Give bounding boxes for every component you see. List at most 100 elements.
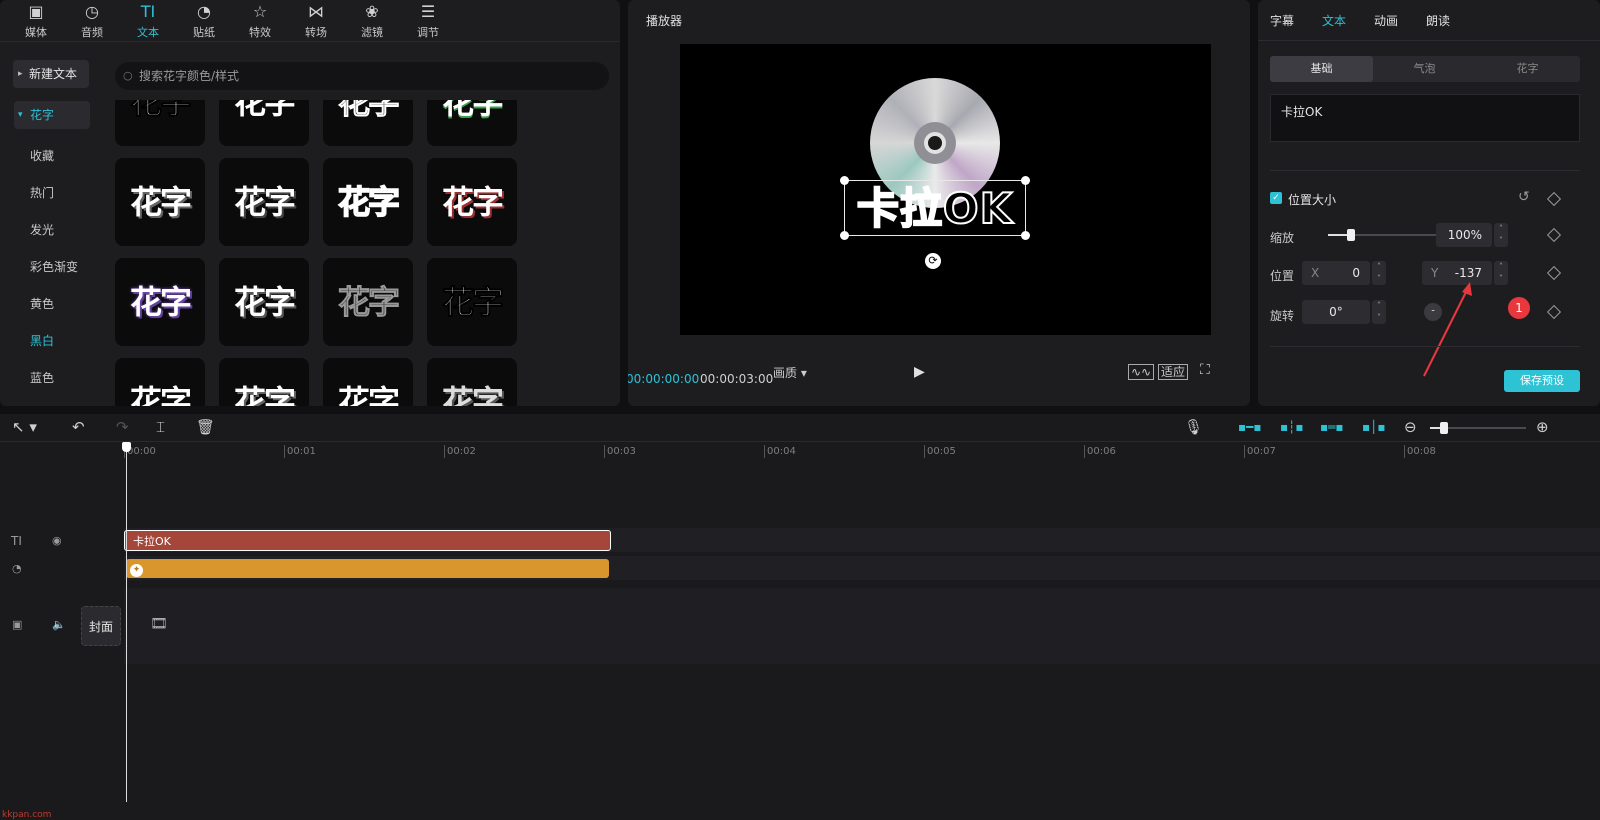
waveform-icon[interactable]: ∿∿ xyxy=(1128,364,1155,380)
tab-transition[interactable]: ⋈ 转场 xyxy=(288,0,344,42)
segment-basic[interactable]: 基础 xyxy=(1270,56,1373,82)
fancy-text-tile[interactable]: 花字 xyxy=(427,158,517,246)
reset-icon[interactable]: ↺ xyxy=(1518,189,1530,205)
tab-effects[interactable]: ☆ 特效 xyxy=(232,0,288,42)
tab-media[interactable]: ▣ 媒体 xyxy=(8,0,64,42)
position-x-field[interactable]: X0 xyxy=(1302,261,1370,285)
quality-dropdown[interactable]: 画质 ▾ xyxy=(773,364,807,381)
fancy-text-tile[interactable]: 花字 xyxy=(115,100,205,146)
keyframe-icon[interactable] xyxy=(1546,304,1562,320)
ruler-tick: 00:01 xyxy=(284,445,316,458)
scale-field[interactable]: 100% xyxy=(1436,223,1492,247)
undo-icon[interactable]: ↶ xyxy=(72,418,85,436)
tab-filter[interactable]: ❀ 滤镜 xyxy=(344,0,400,42)
rotate-label: 旋转 xyxy=(1270,309,1295,323)
film-icon: 🎞 xyxy=(150,616,168,632)
fit-button[interactable]: 适应 xyxy=(1158,364,1189,380)
zoom-slider[interactable] xyxy=(1430,422,1526,434)
nav-item-favorites[interactable]: 收藏 xyxy=(14,142,90,170)
fancy-text-tile[interactable]: 花字 xyxy=(219,100,309,146)
tab-text-props[interactable]: 文本 xyxy=(1322,12,1346,29)
tab-read-aloud[interactable]: 朗读 xyxy=(1426,12,1450,29)
nav-item-blue[interactable]: 蓝色 xyxy=(14,364,90,392)
fancy-text-tile[interactable]: 花字 xyxy=(219,358,309,406)
text-content-field[interactable]: 卡拉OK xyxy=(1270,94,1580,142)
category-fancy-text[interactable]: 花字 xyxy=(14,101,90,129)
zoom-out-icon[interactable]: ⊖ xyxy=(1404,418,1417,436)
ruler-tick: 00:07 xyxy=(1244,445,1276,458)
fancy-text-tile[interactable]: 花字 xyxy=(219,258,309,346)
preview-axis-icon[interactable]: ▪│▪ xyxy=(1362,420,1386,434)
play-icon[interactable]: ▶ xyxy=(914,364,925,380)
nav-item-glow[interactable]: 发光 xyxy=(14,216,90,244)
time-ruler[interactable]: 00:00 00:01 00:02 00:03 00:04 00:05 00:0… xyxy=(124,442,1600,462)
main-video-track: 🎞 xyxy=(124,588,1600,664)
linkage-icon[interactable]: ▪═▪ xyxy=(1320,420,1344,434)
segment-bubble[interactable]: 气泡 xyxy=(1373,56,1476,82)
properties-panel: 字幕 文本 动画 朗读 基础 气泡 花字 卡拉OK ✓ 位置大小 ↺ 缩放 10… xyxy=(1258,0,1600,406)
fancy-text-tile[interactable]: 花字 xyxy=(323,100,413,146)
tab-audio[interactable]: ◷ 音频 xyxy=(64,0,120,42)
snap-icon[interactable]: ▪┆▪ xyxy=(1280,420,1304,434)
tab-subtitle[interactable]: 字幕 xyxy=(1270,12,1294,29)
keyframe-icon[interactable] xyxy=(1546,191,1562,207)
keyframe-icon[interactable] xyxy=(1546,227,1562,243)
delete-icon[interactable]: 🗑 xyxy=(196,418,215,436)
step-badge: 1 xyxy=(1508,297,1530,319)
link-main-track-icon[interactable]: ▪━▪ xyxy=(1238,420,1262,434)
fancy-text-tile[interactable]: 花字 xyxy=(115,358,205,406)
new-text-button[interactable]: 新建文本 xyxy=(13,60,89,88)
fancy-text-tile[interactable]: 花字 xyxy=(427,358,517,406)
eye-icon[interactable]: ◉ xyxy=(52,534,62,547)
text-selection-box[interactable]: 卡拉OK xyxy=(840,176,1030,240)
speaker-icon[interactable]: 🔈 xyxy=(52,618,66,631)
nav-item-gradient[interactable]: 彩色渐变 xyxy=(14,253,90,281)
rotate-handle-icon[interactable]: ⟳ xyxy=(925,253,941,269)
select-tool-icon[interactable]: ↖ ▾ xyxy=(12,418,37,436)
zoom-slider-knob[interactable] xyxy=(1440,422,1448,434)
resize-handle[interactable] xyxy=(1021,176,1030,185)
y-stepper[interactable]: ˄ ˅ xyxy=(1494,261,1508,285)
split-icon[interactable]: ⌶ xyxy=(156,418,165,436)
nav-item-yellow[interactable]: 黄色 xyxy=(14,290,90,318)
tab-adjust[interactable]: ☰ 调节 xyxy=(400,0,456,42)
fancy-text-tile[interactable]: 花字 xyxy=(323,258,413,346)
cover-button[interactable]: 封面 xyxy=(81,606,121,646)
fancy-text-tile[interactable]: 花字 xyxy=(115,258,205,346)
fancy-text-tile[interactable]: 花字 xyxy=(323,358,413,406)
tab-text[interactable]: TI 文本 xyxy=(120,0,176,42)
scale-stepper[interactable]: ˄ ˅ xyxy=(1494,223,1508,247)
fancy-text-tile[interactable]: 花字 xyxy=(427,258,517,346)
resize-handle[interactable] xyxy=(840,176,849,185)
resize-handle[interactable] xyxy=(840,231,849,240)
position-size-checkbox[interactable]: ✓ xyxy=(1270,192,1282,204)
microphone-icon[interactable]: 🎙 xyxy=(1184,418,1203,436)
effect-clip[interactable]: ✦ xyxy=(126,559,609,578)
zoom-in-icon[interactable]: ⊕ xyxy=(1536,418,1549,436)
keyframe-icon[interactable] xyxy=(1546,265,1562,281)
fancy-text-tile[interactable]: 花字 xyxy=(323,158,413,246)
fancy-text-tile[interactable]: 花字 xyxy=(427,100,517,146)
fancy-text-tile[interactable]: 花字 xyxy=(219,158,309,246)
text-clip[interactable]: 卡拉OK xyxy=(124,530,611,551)
total-time: 00:00:03:00 xyxy=(700,372,774,386)
segment-fancy[interactable]: 花字 xyxy=(1476,56,1579,82)
rotate-field[interactable]: 0° xyxy=(1302,300,1370,324)
search-input[interactable]: ○ 搜索花字颜色/样式 xyxy=(115,62,609,90)
fullscreen-icon[interactable]: ⛶ xyxy=(1200,362,1210,378)
fancy-text-tile[interactable]: 花字 xyxy=(115,158,205,246)
tab-sticker[interactable]: ◔ 贴纸 xyxy=(176,0,232,42)
save-preset-button[interactable]: 保存预设 xyxy=(1504,370,1580,392)
scale-slider-knob[interactable] xyxy=(1347,229,1356,241)
search-icon: ○ xyxy=(123,69,133,82)
scale-slider[interactable] xyxy=(1328,229,1444,241)
preview-canvas[interactable]: 卡拉OK ⟳ xyxy=(680,44,1211,335)
resize-handle[interactable] xyxy=(1021,231,1030,240)
nav-item-black-white[interactable]: 黑白 xyxy=(14,327,90,355)
nav-item-popular[interactable]: 热门 xyxy=(14,179,90,207)
rotate-stepper[interactable]: ˄ ˅ xyxy=(1372,300,1386,324)
x-stepper[interactable]: ˄ ˅ xyxy=(1372,261,1386,285)
redo-icon[interactable]: ↷ xyxy=(116,418,129,436)
tab-animation[interactable]: 动画 xyxy=(1374,12,1398,29)
playhead[interactable] xyxy=(122,442,131,802)
